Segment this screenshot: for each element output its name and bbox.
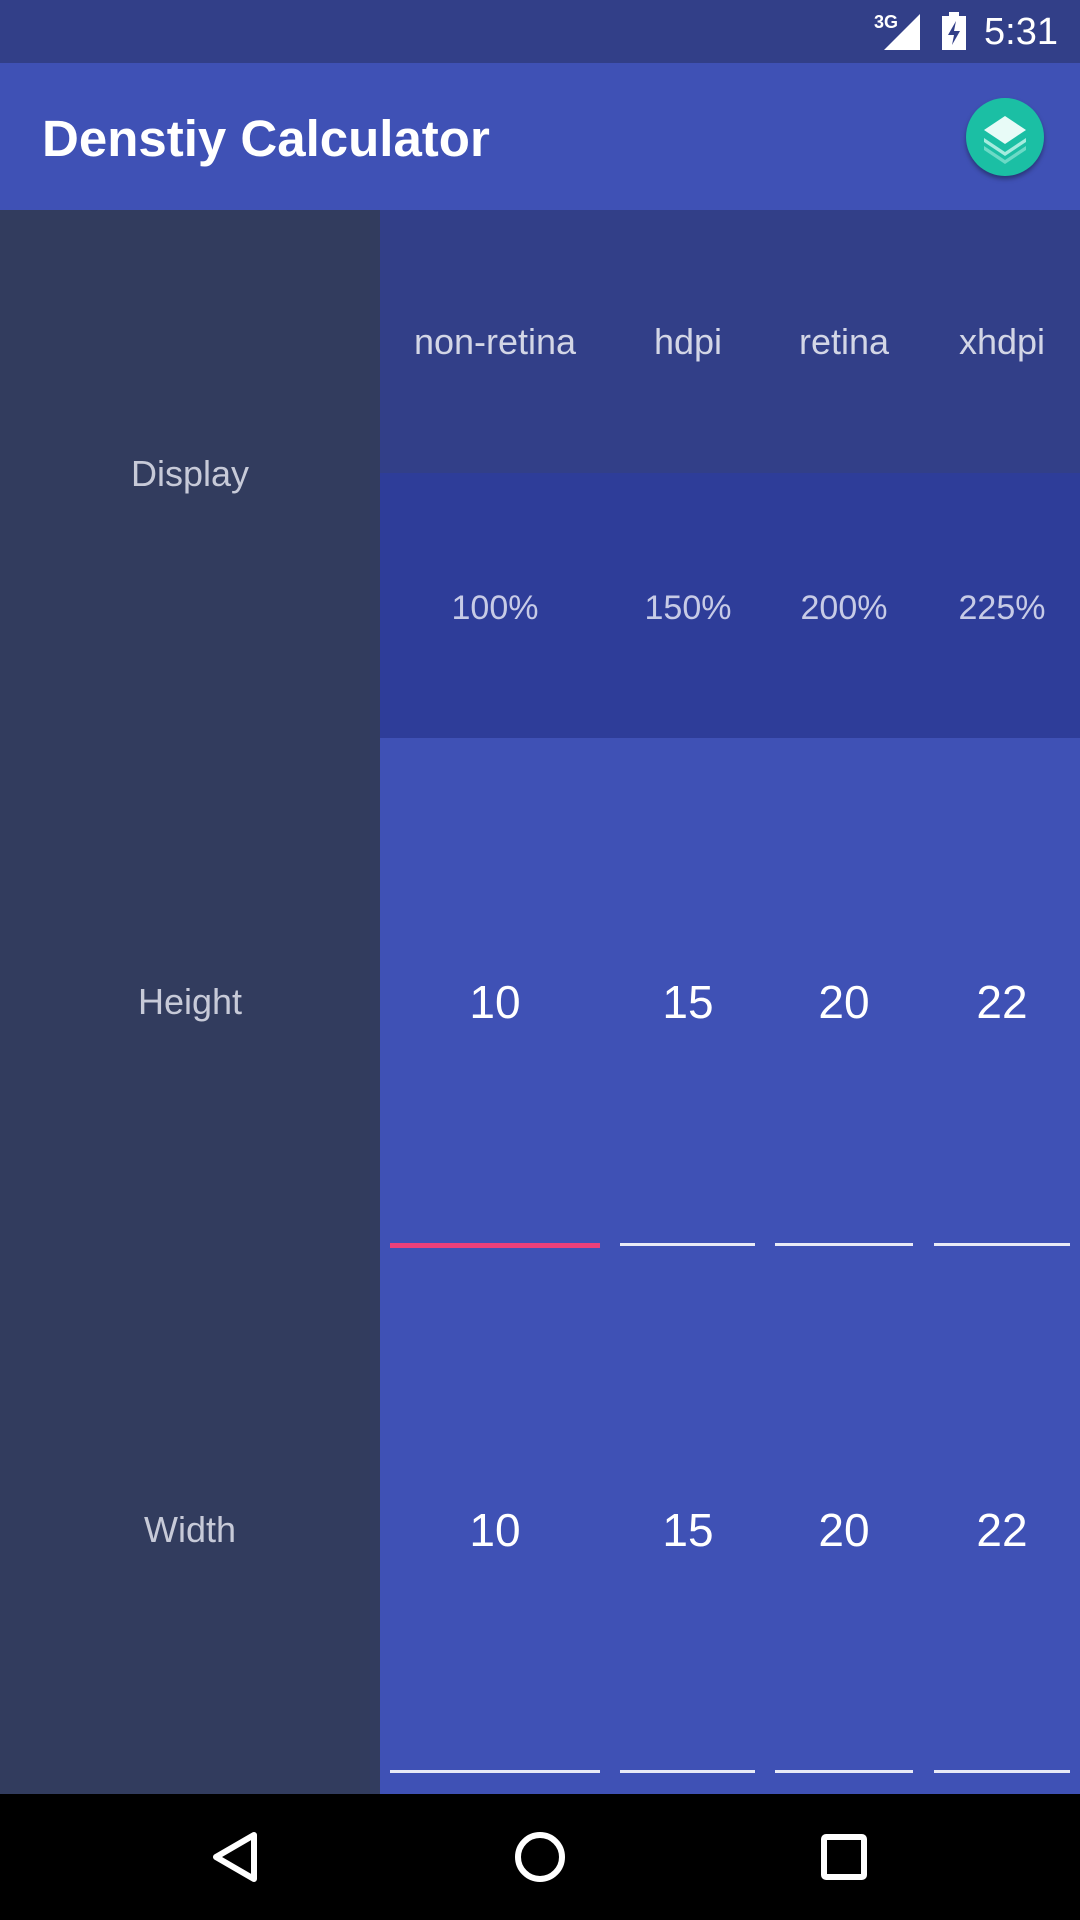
display-name-xhdpi: xhdpi	[958, 321, 1046, 362]
display-name-retina: retina	[798, 321, 890, 362]
values-area	[380, 738, 1080, 1794]
back-triangle-icon[interactable]	[206, 1827, 266, 1887]
recents-square-icon[interactable]	[814, 1827, 874, 1887]
width-input-hdpi-underline	[620, 1770, 755, 1773]
display-row-label: Display	[130, 453, 250, 494]
height-input-retina[interactable]: 20	[818, 975, 869, 1029]
height-input-retina-underline	[775, 1243, 913, 1246]
display-scale-non-retina: 100%	[451, 589, 539, 627]
display-name-hdpi: hdpi	[653, 321, 723, 362]
status-bar: 3G 5:31	[0, 0, 1080, 63]
height-input-non-retina[interactable]: 10	[469, 975, 520, 1029]
signal-icon	[884, 14, 920, 50]
home-circle-icon[interactable]	[510, 1827, 570, 1887]
width-input-retina[interactable]: 20	[818, 1503, 869, 1557]
app-title: Denstiy Calculator	[42, 110, 490, 167]
height-input-xhdpi-underline	[934, 1243, 1070, 1246]
display-scale-hdpi: 150%	[644, 589, 732, 627]
height-input-xhdpi[interactable]: 22	[976, 975, 1027, 1029]
width-input-xhdpi[interactable]: 22	[976, 1503, 1027, 1557]
clock: 5:31	[984, 11, 1058, 53]
width-input-hdpi[interactable]: 15	[662, 1503, 713, 1557]
height-input-hdpi[interactable]: 15	[662, 975, 713, 1029]
width-row-label: Width	[143, 1509, 237, 1550]
width-input-non-retina-underline	[390, 1770, 600, 1773]
navigation-bar	[0, 1794, 1080, 1920]
display-name-non-retina: non-retina	[413, 321, 577, 362]
height-input-non-retina-underline	[390, 1243, 600, 1248]
height-input-hdpi-underline	[620, 1243, 755, 1246]
width-input-non-retina[interactable]: 10	[469, 1503, 520, 1557]
screen: 3G 5:31 Denstiy Calculator Display Heigh…	[0, 0, 1080, 1920]
height-row-label: Height	[137, 981, 243, 1022]
width-input-retina-underline	[775, 1770, 913, 1773]
width-input-xhdpi-underline	[934, 1770, 1070, 1773]
display-scale-xhdpi: 225%	[958, 589, 1046, 627]
battery-charging-icon	[942, 12, 966, 50]
display-scale-retina: 200%	[800, 589, 888, 627]
app-bar: Denstiy Calculator	[0, 63, 1080, 210]
layers-logo-icon[interactable]	[966, 98, 1044, 176]
